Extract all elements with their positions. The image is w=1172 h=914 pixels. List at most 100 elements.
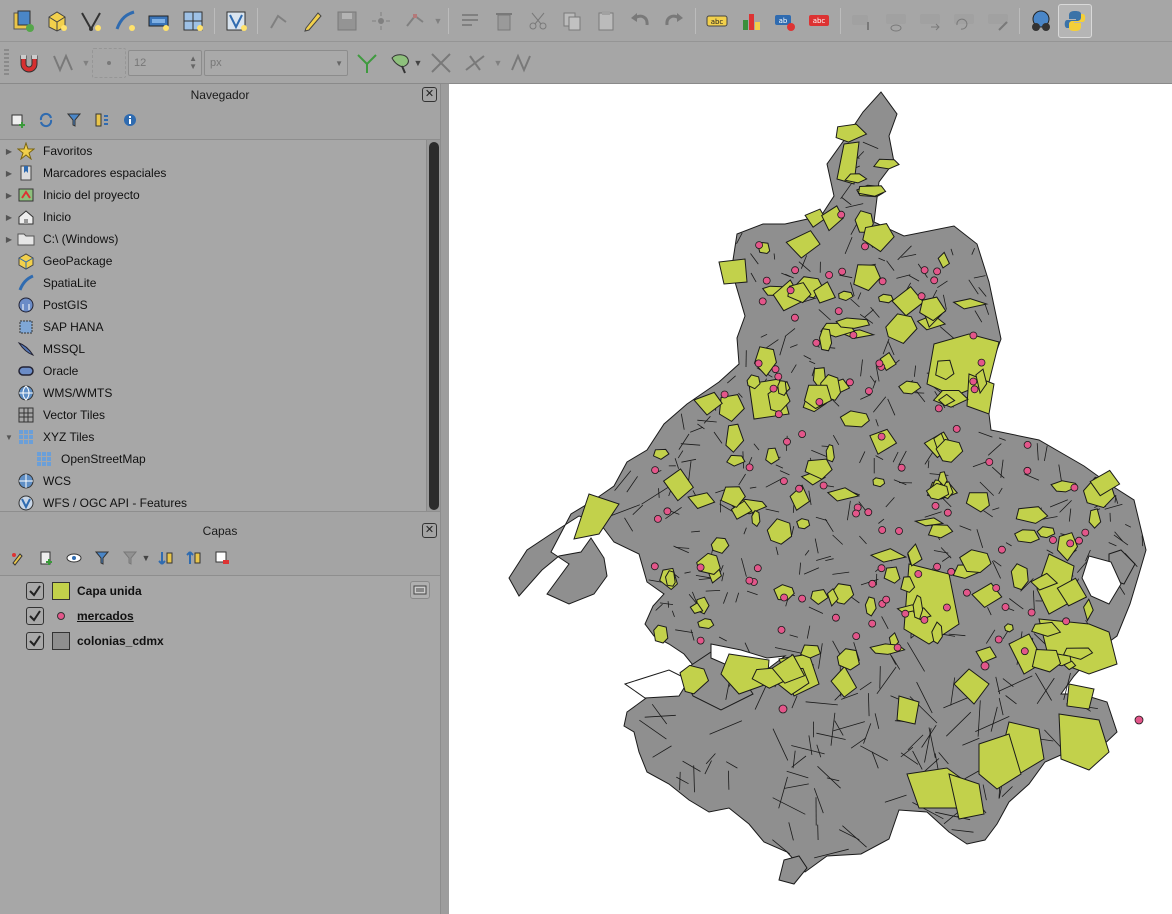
avoid-overlap-icon[interactable]	[384, 46, 418, 80]
diagram-tool-icon[interactable]	[734, 4, 768, 38]
modify-attributes-icon[interactable]	[453, 4, 487, 38]
undo-icon[interactable]	[623, 4, 657, 38]
info-icon[interactable]	[116, 108, 144, 132]
temporary-layer-indicator-icon[interactable]	[410, 581, 430, 599]
rotate-label-icon[interactable]	[947, 4, 981, 38]
add-group-icon[interactable]	[32, 546, 60, 570]
browser-item[interactable]: ▶ Marcadores espaciales	[0, 162, 440, 184]
redo-icon[interactable]	[657, 4, 691, 38]
new-shapefile-layer-icon[interactable]	[74, 4, 108, 38]
toolbar-grip[interactable]	[4, 48, 9, 77]
chevron-down-icon: ▼	[335, 58, 343, 68]
pin-label-icon[interactable]	[845, 4, 879, 38]
toggle-editing-icon[interactable]	[296, 4, 330, 38]
layer-row[interactable]: mercados	[0, 603, 440, 628]
new-geopackage-layer-icon[interactable]	[40, 4, 74, 38]
snapping-type-icon[interactable]	[92, 47, 126, 78]
browser-item[interactable]: ▼ XYZ Tiles	[0, 426, 440, 448]
new-vector-tile-layer-icon[interactable]	[219, 4, 253, 38]
move-label-icon[interactable]	[913, 4, 947, 38]
self-snapping-icon[interactable]	[424, 46, 458, 80]
scrollbar-thumb[interactable]	[429, 142, 439, 510]
browser-item[interactable]: Oracle	[0, 360, 440, 382]
browser-item[interactable]: WCS	[0, 470, 440, 492]
new-spatialite-layer-icon[interactable]	[108, 4, 142, 38]
layer-visibility-checkbox[interactable]	[26, 581, 44, 600]
collapsed-arrow-icon[interactable]: ▶	[2, 213, 16, 222]
digitize-icon[interactable]	[262, 4, 296, 38]
snapping-magnet-icon[interactable]	[12, 46, 46, 80]
delete-selected-icon[interactable]	[487, 4, 521, 38]
browser-item[interactable]: ▶ C:\ (Windows)	[0, 228, 440, 250]
snap-intersection-icon[interactable]	[458, 46, 492, 80]
layer-tree[interactable]: Capa unida mercados colonias_cdmx	[0, 575, 440, 914]
collapsed-arrow-icon[interactable]: ▶	[2, 147, 16, 156]
save-edits-icon[interactable]	[330, 4, 364, 38]
close-icon[interactable]: ✕	[422, 87, 437, 102]
mercado-point	[943, 508, 952, 517]
browser-item[interactable]: Vector Tiles	[0, 404, 440, 426]
expand-all-icon[interactable]	[152, 546, 180, 570]
filter-icon[interactable]	[60, 108, 88, 132]
browser-item[interactable]: MSSQL	[0, 338, 440, 360]
mercado-point	[798, 430, 807, 439]
new-temporary-layer-icon[interactable]	[142, 4, 176, 38]
cut-features-icon[interactable]	[521, 4, 555, 38]
remove-layer-icon[interactable]	[208, 546, 236, 570]
map-rendering[interactable]	[449, 84, 1172, 914]
collapse-all-icon[interactable]	[180, 546, 208, 570]
layer-labeling-icon[interactable]: ab	[768, 4, 802, 38]
new-virtual-layer-icon[interactable]	[176, 4, 210, 38]
collapsed-arrow-icon[interactable]: ▶	[2, 191, 16, 200]
add-point-icon[interactable]	[364, 4, 398, 38]
snap-units-select[interactable]: px ▼	[204, 49, 348, 76]
collapsed-arrow-icon[interactable]: ▶	[2, 235, 16, 244]
topology-editing-icon[interactable]	[350, 46, 384, 80]
browser-item[interactable]: OpenStreetMap	[0, 448, 440, 470]
scrollbar[interactable]	[426, 140, 440, 511]
expanded-arrow-icon[interactable]: ▼	[2, 433, 16, 442]
browser-item[interactable]: SAP HANA	[0, 316, 440, 338]
spin-arrows-icon[interactable]: ▲ ▼	[189, 54, 197, 71]
browser-tree[interactable]: ▶ Favoritos ▶ Marcadores espaciales ▶ Inicio …	[0, 139, 440, 512]
style-manager-icon[interactable]	[4, 546, 32, 570]
change-label-icon[interactable]	[981, 4, 1015, 38]
metasearch-icon[interactable]	[1024, 4, 1058, 38]
label-tool-icon[interactable]: abc	[700, 4, 734, 38]
manage-visibility-icon[interactable]	[60, 546, 88, 570]
browser-item[interactable]: ▶ Favoritos	[0, 140, 440, 162]
browser-item[interactable]: ▶ Inicio	[0, 206, 440, 228]
collapsed-arrow-icon[interactable]: ▶	[2, 169, 16, 178]
paste-features-icon[interactable]	[589, 4, 623, 38]
filter-legend-icon[interactable]	[88, 546, 116, 570]
mercado-point	[650, 562, 659, 571]
browser-item[interactable]: SpatiaLite	[0, 272, 440, 294]
collapse-all-icon[interactable]	[88, 108, 116, 132]
browser-item[interactable]: WFS / OGC API - Features	[0, 492, 440, 511]
highlight-pinned-labels-icon[interactable]: abc	[802, 4, 836, 38]
dropdown-icon[interactable]: ▼	[492, 58, 504, 68]
layer-visibility-checkbox[interactable]	[26, 606, 44, 625]
snap-tolerance-spinbox[interactable]: 12 ▲ ▼	[128, 49, 202, 76]
show-hide-label-icon[interactable]	[879, 4, 913, 38]
browser-item[interactable]: ▶ Inicio del proyecto	[0, 184, 440, 206]
layer-row[interactable]: colonias_cdmx	[0, 628, 440, 653]
map-canvas[interactable]	[449, 84, 1172, 914]
add-selected-layers-icon[interactable]	[4, 108, 32, 132]
browser-item[interactable]: PostGIS	[0, 294, 440, 316]
tracing-icon[interactable]	[504, 46, 538, 80]
browser-item[interactable]: GeoPackage	[0, 250, 440, 272]
close-icon[interactable]: ✕	[422, 523, 437, 538]
refresh-icon[interactable]	[32, 108, 60, 132]
layer-row[interactable]: Capa unida	[0, 578, 440, 603]
data-source-manager-icon[interactable]	[6, 4, 40, 38]
browser-item[interactable]: WMS/WMTS	[0, 382, 440, 404]
snapping-mode-icon[interactable]	[46, 46, 80, 80]
dropdown-icon[interactable]: ▼	[432, 16, 444, 26]
dropdown-icon[interactable]: ▼	[80, 58, 92, 68]
filter-expression-icon[interactable]	[116, 546, 144, 570]
layer-visibility-checkbox[interactable]	[26, 631, 44, 650]
vertex-tool-icon[interactable]	[398, 4, 432, 38]
python-console-icon[interactable]	[1058, 3, 1092, 38]
copy-features-icon[interactable]	[555, 4, 589, 38]
